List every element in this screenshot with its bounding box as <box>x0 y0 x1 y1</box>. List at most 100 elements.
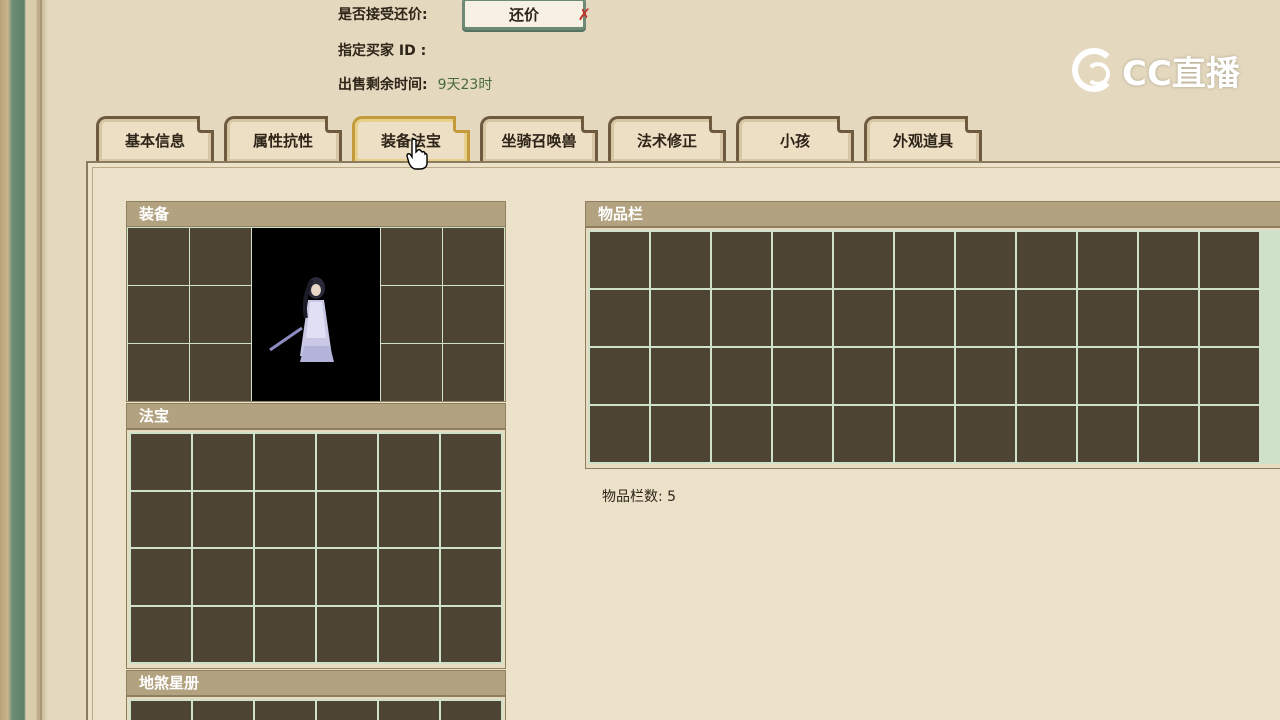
bargain-button[interactable]: 还价 ✗ <box>462 0 591 30</box>
treasure-slot[interactable] <box>317 491 377 547</box>
inventory-slot[interactable] <box>590 232 649 288</box>
cc-live-logo: CC直播 <box>1072 44 1242 96</box>
tab-child[interactable]: 小孩 <box>736 116 854 162</box>
inventory-slot[interactable] <box>590 348 649 404</box>
inventory-slot[interactable] <box>651 348 710 404</box>
treasure-slot[interactable] <box>441 549 501 605</box>
inventory-slot[interactable] <box>773 348 832 404</box>
treasure-slot[interactable] <box>193 491 253 547</box>
inventory-slot[interactable] <box>651 232 710 288</box>
inventory-slot[interactable] <box>1078 348 1137 404</box>
equipment-slots <box>126 226 506 402</box>
inventory-slot[interactable] <box>834 290 893 346</box>
treasure-slot[interactable] <box>441 606 501 662</box>
treasure-slot[interactable] <box>379 491 439 547</box>
equipment-slot[interactable] <box>443 344 504 401</box>
inventory-slot[interactable] <box>1200 348 1259 404</box>
tab-attributes[interactable]: 属性抗性 <box>224 116 342 162</box>
tab-appearance[interactable]: 外观道具 <box>864 116 982 162</box>
inventory-slot[interactable] <box>1078 290 1137 346</box>
star-book-slot[interactable] <box>193 701 253 720</box>
inventory-slot[interactable] <box>590 406 649 462</box>
star-book-slot[interactable] <box>441 701 501 720</box>
equipment-slot[interactable] <box>190 228 251 285</box>
inventory-slot[interactable] <box>1200 290 1259 346</box>
inventory-slot[interactable] <box>895 406 954 462</box>
treasure-slot[interactable] <box>255 606 315 662</box>
equipment-slot[interactable] <box>443 286 504 343</box>
treasure-slot[interactable] <box>193 549 253 605</box>
tab-mounts-pets[interactable]: 坐骑召唤兽 <box>480 116 598 162</box>
time-row: 出售剩余时间: 9天23时 <box>338 74 492 94</box>
inventory-slot[interactable] <box>956 290 1015 346</box>
inventory-slot[interactable] <box>1017 232 1076 288</box>
bargain-row: 是否接受还价: <box>338 4 428 24</box>
equipment-slot[interactable] <box>128 286 189 343</box>
equipment-slot[interactable] <box>190 344 251 401</box>
inventory-slot[interactable] <box>1200 232 1259 288</box>
star-book-slot[interactable] <box>131 701 191 720</box>
inventory-slot[interactable] <box>651 290 710 346</box>
equipment-slot[interactable] <box>381 286 442 343</box>
inventory-slot[interactable] <box>712 290 771 346</box>
treasure-slot[interactable] <box>379 549 439 605</box>
treasure-slot[interactable] <box>441 434 501 490</box>
treasure-slot[interactable] <box>317 434 377 490</box>
inventory-slot[interactable] <box>773 232 832 288</box>
treasure-slot[interactable] <box>255 434 315 490</box>
inventory-slot[interactable] <box>834 232 893 288</box>
inventory-slot[interactable] <box>1078 232 1137 288</box>
inventory-slot[interactable] <box>712 348 771 404</box>
inventory-slot[interactable] <box>956 406 1015 462</box>
tab-basic-info[interactable]: 基本信息 <box>96 116 214 162</box>
inventory-slot[interactable] <box>1139 348 1198 404</box>
treasure-slot[interactable] <box>317 606 377 662</box>
tab-label: 小孩 <box>779 132 810 150</box>
treasure-slot[interactable] <box>131 491 191 547</box>
inventory-slot[interactable] <box>1017 406 1076 462</box>
star-book-slot[interactable] <box>255 701 315 720</box>
inventory-slot[interactable] <box>834 406 893 462</box>
equipment-slot[interactable] <box>381 228 442 285</box>
inventory-slot[interactable] <box>651 406 710 462</box>
treasure-slot[interactable] <box>131 549 191 605</box>
inventory-slot[interactable] <box>773 406 832 462</box>
treasure-slot[interactable] <box>131 606 191 662</box>
equipment-slot[interactable] <box>190 286 251 343</box>
inventory-slot[interactable] <box>1139 232 1198 288</box>
inventory-slot[interactable] <box>1017 348 1076 404</box>
treasure-slot[interactable] <box>379 606 439 662</box>
treasure-slot[interactable] <box>379 434 439 490</box>
equipment-slot[interactable] <box>381 344 442 401</box>
inventory-slot[interactable] <box>956 348 1015 404</box>
star-book-slot[interactable] <box>317 701 377 720</box>
inventory-slot[interactable] <box>895 348 954 404</box>
inventory-slot[interactable] <box>834 348 893 404</box>
inventory-slot[interactable] <box>1139 406 1198 462</box>
inventory-slot[interactable] <box>590 290 649 346</box>
treasure-slot[interactable] <box>317 549 377 605</box>
buyer-label: 指定买家 ID : <box>338 43 427 59</box>
inventory-slot[interactable] <box>1078 406 1137 462</box>
section-title: 装备 <box>139 205 170 223</box>
treasure-slot[interactable] <box>441 491 501 547</box>
inventory-slot[interactable] <box>773 290 832 346</box>
inventory-slot[interactable] <box>1139 290 1198 346</box>
treasure-slot[interactable] <box>255 491 315 547</box>
inventory-slot[interactable] <box>1017 290 1076 346</box>
treasure-slot[interactable] <box>255 549 315 605</box>
treasure-slot[interactable] <box>193 434 253 490</box>
inventory-slot[interactable] <box>956 232 1015 288</box>
inventory-slot[interactable] <box>895 232 954 288</box>
inventory-slot[interactable] <box>712 406 771 462</box>
inventory-slot[interactable] <box>895 290 954 346</box>
equipment-slot[interactable] <box>128 228 189 285</box>
treasure-slot[interactable] <box>131 434 191 490</box>
inventory-slot[interactable] <box>712 232 771 288</box>
inventory-slot[interactable] <box>1200 406 1259 462</box>
star-book-slot[interactable] <box>379 701 439 720</box>
equipment-slot[interactable] <box>128 344 189 401</box>
equipment-slot[interactable] <box>443 228 504 285</box>
treasure-slot[interactable] <box>193 606 253 662</box>
tab-spell-correction[interactable]: 法术修正 <box>608 116 726 162</box>
